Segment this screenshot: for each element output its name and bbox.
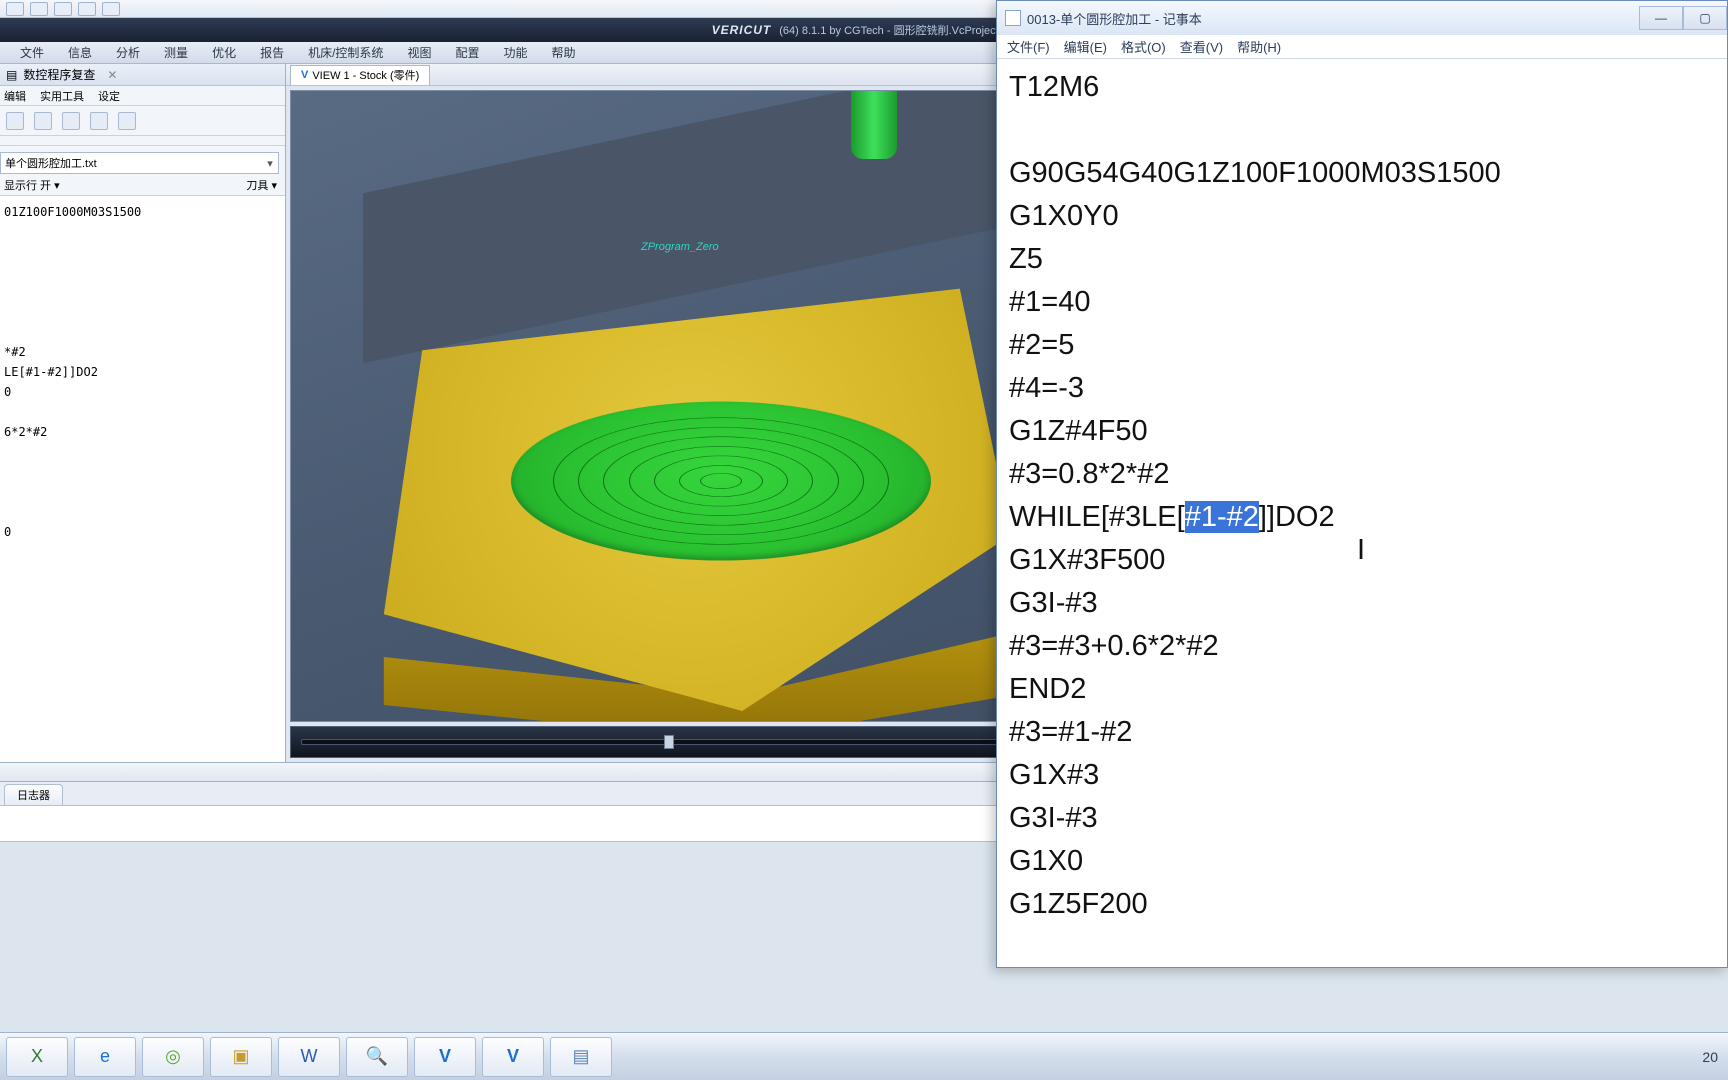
display-row-left[interactable]: 显示行 开 ▾ [4, 177, 60, 193]
qat-icon[interactable] [54, 2, 72, 16]
title-suffix: (64) 8.1.1 by CGTech - 圆形腔铣削.VcProject (… [779, 22, 1016, 38]
notepad-icon [1005, 10, 1021, 26]
menu-machine[interactable]: 机床/控制系统 [308, 44, 383, 61]
qat-icon[interactable] [6, 2, 24, 16]
menu-help[interactable]: 帮助 [551, 44, 575, 61]
panel-subtabs: 编辑 实用工具 设定 [0, 86, 285, 106]
tool-holder [851, 90, 897, 159]
notepad-menu-bar: 文件(F) 编辑(E) 格式(O) 查看(V) 帮助(H) [997, 35, 1727, 59]
replace-icon[interactable] [34, 112, 52, 130]
text-cursor: I [1357, 529, 1365, 571]
notepad-title-bar[interactable]: 0013-单个圆形腔加工 - 记事本 — ▢ [997, 1, 1727, 35]
nc-code-preview[interactable]: 01Z100F1000M03S1500 *#2 LE[#1-#2]]DO2 0 … [0, 196, 285, 762]
menu-report[interactable]: 报告 [260, 44, 284, 61]
qat-icon[interactable] [30, 2, 48, 16]
np-menu-format[interactable]: 格式(O) [1121, 37, 1166, 56]
np-menu-view[interactable]: 查看(V) [1180, 37, 1223, 56]
print-icon[interactable] [62, 112, 80, 130]
qat-icon[interactable] [78, 2, 96, 16]
binoculars-icon[interactable] [6, 112, 24, 130]
split-h-icon[interactable] [90, 112, 108, 130]
menu-function[interactable]: 功能 [503, 44, 527, 61]
chevron-down-icon: ▾ [262, 157, 278, 170]
taskbar: X e ◎ ▣ W 🔍 V V ▤ 20 [0, 1032, 1728, 1080]
notepad-window: 0013-单个圆形腔加工 - 记事本 — ▢ 文件(F) 编辑(E) 格式(O)… [996, 0, 1728, 968]
panel-tab-title: 数控程序复查 [23, 66, 95, 83]
np-menu-file[interactable]: 文件(F) [1007, 37, 1050, 56]
taskbar-notepad[interactable]: ▤ [550, 1037, 612, 1077]
origin-label: ZProgram_Zero [641, 241, 719, 253]
taskbar-excel[interactable]: X [6, 1037, 68, 1077]
text-selection: #1-#2 [1185, 501, 1259, 533]
taskbar-vericut-1[interactable]: V [414, 1037, 476, 1077]
log-tab[interactable]: 日志器 [4, 784, 63, 805]
left-panel: ▤ 数控程序复查 ✕ 编辑 实用工具 设定 单个圆形腔加工.txt ▾ 显示行 … [0, 64, 286, 762]
taskbar-explorer[interactable]: ▣ [210, 1037, 272, 1077]
menu-view[interactable]: 视图 [407, 44, 431, 61]
view-tab-label: VIEW 1 - Stock (零件) [312, 67, 419, 83]
stock [371, 271, 1011, 711]
taskbar-magnifier[interactable]: 🔍 [346, 1037, 408, 1077]
np-menu-edit[interactable]: 编辑(E) [1064, 37, 1107, 56]
taskbar-word[interactable]: W [278, 1037, 340, 1077]
np-minimize-button[interactable]: — [1639, 6, 1683, 30]
panel-toolbar [0, 106, 285, 136]
taskbar-browser[interactable]: ◎ [142, 1037, 204, 1077]
panel-close-icon[interactable]: ✕ [107, 68, 117, 82]
menu-file[interactable]: 文件 [20, 44, 44, 61]
subtab-tools[interactable]: 实用工具 [40, 88, 84, 104]
taskbar-vericut-2[interactable]: V [482, 1037, 544, 1077]
notepad-title: 0013-单个圆形腔加工 - 记事本 [1027, 9, 1202, 28]
menu-optimize[interactable]: 优化 [212, 44, 236, 61]
menu-info[interactable]: 信息 [68, 44, 92, 61]
notepad-window-controls: — ▢ [1639, 6, 1727, 30]
slider-thumb[interactable] [664, 735, 674, 749]
vericut-icon: V [301, 69, 308, 81]
display-row-right[interactable]: 刀具 ▾ [246, 177, 277, 193]
np-menu-help[interactable]: 帮助(H) [1237, 37, 1281, 56]
notepad-text-area[interactable]: T12M6 G90G54G40G1Z100F1000M03S1500 G1X0Y… [997, 59, 1727, 967]
menu-analyze[interactable]: 分析 [116, 44, 140, 61]
file-dropdown[interactable]: 单个圆形腔加工.txt ▾ [0, 152, 279, 174]
panel-tab[interactable]: ▤ 数控程序复查 ✕ [0, 64, 285, 86]
subtab-settings[interactable]: 设定 [98, 88, 120, 104]
taskbar-clock[interactable]: 20 [1702, 1049, 1718, 1065]
view-tab-1[interactable]: V VIEW 1 - Stock (零件) [290, 65, 430, 85]
qat-icon[interactable] [102, 2, 120, 16]
subtab-edit[interactable]: 编辑 [4, 88, 26, 104]
display-row: 显示行 开 ▾ 刀具 ▾ [0, 174, 285, 196]
np-maximize-button[interactable]: ▢ [1683, 6, 1727, 30]
taskbar-ie[interactable]: e [74, 1037, 136, 1077]
file-dropdown-value: 单个圆形腔加工.txt [5, 155, 97, 171]
menu-measure[interactable]: 测量 [164, 44, 188, 61]
product-name: VERICUT [712, 23, 772, 37]
menu-config[interactable]: 配置 [455, 44, 479, 61]
split-v-icon[interactable] [118, 112, 136, 130]
pocket [511, 402, 931, 561]
panel-tab-icon: ▤ [6, 68, 17, 82]
